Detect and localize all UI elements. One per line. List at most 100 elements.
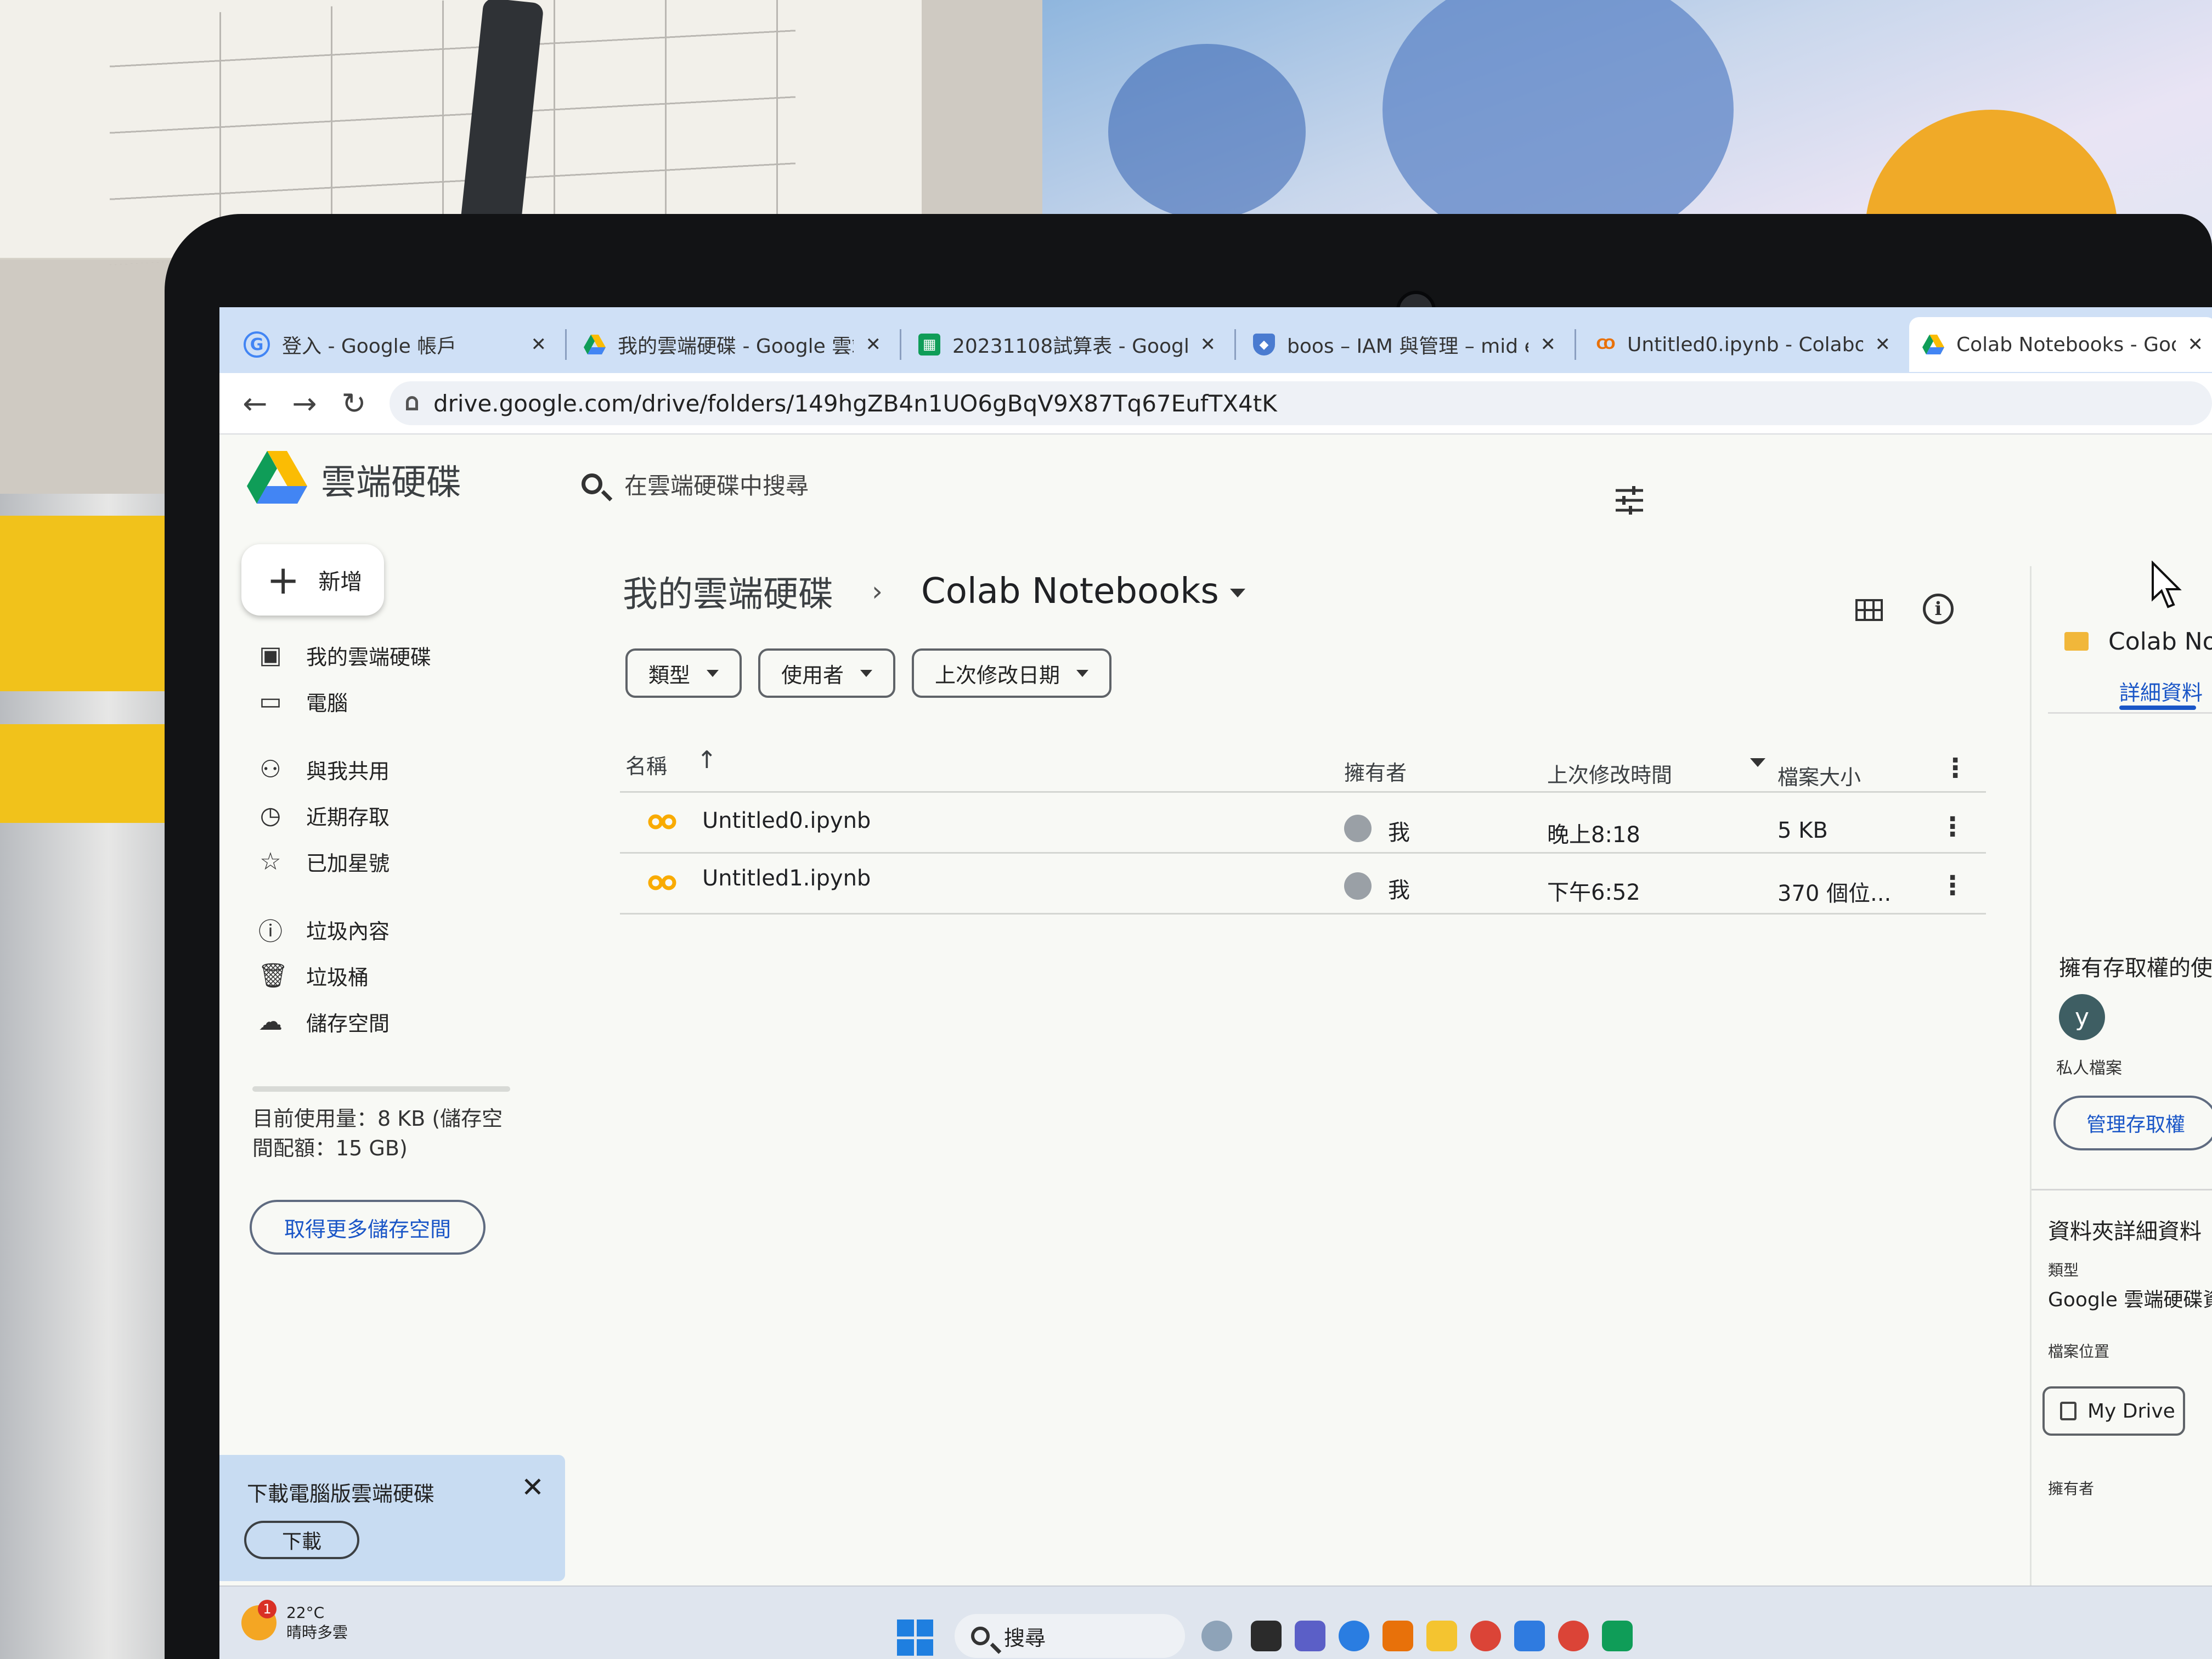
breadcrumb-root[interactable]: 我的雲端硬碟 bbox=[623, 566, 833, 617]
search-options-icon[interactable] bbox=[1613, 484, 1646, 517]
drive-logo-icon[interactable] bbox=[247, 451, 307, 504]
taskbar-app-icon[interactable] bbox=[1602, 1621, 1633, 1651]
taskbar-app-icon[interactable] bbox=[1383, 1621, 1413, 1651]
file-explorer-dark-icon[interactable] bbox=[1251, 1621, 1282, 1651]
taskbar: 1 22°C 晴時多雲 搜尋 bbox=[219, 1585, 2212, 1659]
close-icon[interactable]: ✕ bbox=[1200, 334, 1216, 356]
filter-modified[interactable]: 上次修改日期 bbox=[912, 648, 1112, 698]
sidebar-item-computers[interactable]: ▭ 電腦 bbox=[236, 678, 521, 724]
column-name[interactable]: 名稱 bbox=[625, 749, 667, 780]
folder-icon[interactable] bbox=[1426, 1621, 1457, 1651]
sidebar-item-label: 與我共用 bbox=[306, 759, 390, 783]
filter-type[interactable]: 類型 bbox=[625, 648, 742, 698]
folder-details-title: 資料夾詳細資料 bbox=[2048, 1219, 2202, 1244]
sidebar-item-shared[interactable]: ⚇ 與我共用 bbox=[236, 746, 521, 792]
url-bar[interactable]: drive.google.com/drive/folders/149hgZB4n… bbox=[390, 381, 2212, 425]
caret-down-icon bbox=[707, 669, 719, 677]
more-vert-icon[interactable]: ⋮ bbox=[1939, 870, 1966, 901]
browser-tab[interactable]: CO Untitled0.ipynb - Colabora ✕ bbox=[1580, 317, 1904, 372]
download-button[interactable]: 下載 bbox=[244, 1521, 359, 1559]
chrome-icon[interactable] bbox=[1558, 1621, 1589, 1651]
drive-icon bbox=[1922, 334, 1944, 356]
sheets-icon: ▦ bbox=[918, 334, 940, 356]
table-header: 名稱 ↑ 擁有者 上次修改時間 檔案大小 ⋮ bbox=[620, 731, 1986, 793]
folder-icon bbox=[2064, 632, 2089, 651]
colab-icon: CO bbox=[1596, 336, 1615, 353]
back-arrow-icon[interactable]: ← bbox=[230, 379, 280, 428]
tab-details[interactable]: 詳細資料 bbox=[2119, 676, 2203, 706]
computer-icon: ▭ bbox=[259, 687, 282, 715]
file-name[interactable]: Untitled1.ipynb bbox=[702, 866, 871, 891]
sidebar-item-label: 我的雲端硬碟 bbox=[306, 645, 432, 669]
colab-file-icon bbox=[648, 875, 676, 890]
teams-icon[interactable] bbox=[1295, 1621, 1325, 1651]
folder-blob bbox=[1108, 44, 1306, 219]
close-icon[interactable]: ✕ bbox=[2188, 334, 2204, 356]
access-section-title: 擁有存取權的使用 bbox=[2059, 956, 2212, 981]
column-modified[interactable]: 上次修改時間 bbox=[1547, 758, 1672, 788]
get-more-storage-button[interactable]: 取得更多儲存空間 bbox=[250, 1200, 486, 1255]
tab-separator bbox=[565, 329, 567, 360]
sidebar-item-label: 儲存空間 bbox=[306, 1011, 390, 1036]
browser-tab-active[interactable]: Colab Notebooks - Google ✕ bbox=[1909, 317, 2212, 372]
breadcrumb-current-label: Colab Notebooks bbox=[921, 571, 1219, 612]
sidebar-item-starred[interactable]: ☆ 已加星號 bbox=[236, 838, 521, 884]
search-bar[interactable]: 在雲端硬碟中搜尋 bbox=[582, 456, 1404, 511]
close-icon[interactable]: ✕ bbox=[1541, 334, 1556, 356]
mail-icon[interactable] bbox=[1514, 1621, 1545, 1651]
column-owner: 擁有者 bbox=[1344, 761, 1407, 785]
info-icon[interactable]: i bbox=[1923, 594, 1954, 624]
browser-tab[interactable]: 我的雲端硬碟 - Google 雲端 ✕ bbox=[571, 317, 894, 372]
more-vert-icon[interactable]: ⋮ bbox=[1942, 753, 1968, 783]
sidebar-item-my-drive[interactable]: ▣ 我的雲端硬碟 bbox=[236, 632, 521, 678]
taskbar-search[interactable]: 搜尋 bbox=[955, 1614, 1185, 1658]
chrome-icon[interactable] bbox=[1470, 1621, 1501, 1651]
sidebar-item-spam[interactable]: ⓘ 垃圾內容 bbox=[236, 906, 521, 952]
sidebar-item-trash[interactable]: 🗑 垃圾桶 bbox=[236, 952, 521, 998]
grid-view-icon[interactable] bbox=[1855, 599, 1883, 621]
close-icon[interactable]: ✕ bbox=[1875, 334, 1891, 356]
browser-tab[interactable]: ◆ boos – IAM 與管理 – mid e ✕ bbox=[1240, 317, 1569, 372]
tab-title: Untitled0.ipynb - Colabora bbox=[1627, 333, 1863, 356]
breadcrumb-current[interactable]: Colab Notebooks bbox=[921, 571, 1245, 612]
new-button[interactable]: + 新增 bbox=[241, 544, 384, 616]
more-vert-icon[interactable]: ⋮ bbox=[1939, 811, 1966, 842]
storage-usage-bar bbox=[252, 1086, 510, 1092]
table-row[interactable]: Untitled1.ipynb 我 下午6:52 370 個位... ⋮ bbox=[620, 854, 1986, 915]
windows-start-icon[interactable] bbox=[897, 1620, 933, 1656]
background-object bbox=[0, 494, 181, 1659]
sidebar-item-recent[interactable]: ◷ 近期存取 bbox=[236, 792, 521, 838]
column-size: 檔案大小 bbox=[1778, 765, 1861, 789]
file-name[interactable]: Untitled0.ipynb bbox=[702, 808, 871, 833]
tab-title: Colab Notebooks - Google bbox=[1956, 333, 2176, 356]
sidebar-item-storage[interactable]: ☁ 儲存空間 bbox=[236, 998, 521, 1045]
forward-arrow-icon[interactable]: → bbox=[280, 379, 329, 428]
location-my-drive-button[interactable]: My Drive bbox=[2042, 1386, 2185, 1436]
sidebar-item-label: 電腦 bbox=[306, 691, 348, 715]
file-owner: 我 bbox=[1388, 878, 1410, 903]
search-input[interactable]: 在雲端硬碟中搜尋 bbox=[624, 467, 809, 501]
filter-people[interactable]: 使用者 bbox=[758, 648, 896, 698]
type-label: 類型 bbox=[2048, 1261, 2079, 1279]
edge-icon[interactable] bbox=[1339, 1621, 1369, 1651]
browser-tab[interactable]: ▦ 20231108試算表 - Google ✕ bbox=[905, 317, 1229, 372]
taskbar-app-icon[interactable] bbox=[1201, 1621, 1232, 1651]
filter-chips: 類型 使用者 上次修改日期 bbox=[625, 648, 1112, 698]
weather-widget[interactable]: 1 22°C 晴時多雲 bbox=[241, 1600, 348, 1643]
location-label: 檔案位置 bbox=[2048, 1342, 2110, 1361]
avatar bbox=[1344, 872, 1372, 900]
search-icon bbox=[971, 1627, 990, 1645]
tab-strip: G 登入 - Google 帳戶 ✕ 我的雲端硬碟 - Google 雲端 ✕ … bbox=[219, 307, 2212, 373]
close-icon[interactable]: ✕ bbox=[866, 334, 882, 356]
close-icon[interactable]: ✕ bbox=[521, 1471, 544, 1503]
tab-separator bbox=[1234, 329, 1236, 360]
reload-icon[interactable]: ↻ bbox=[329, 379, 379, 428]
table-row[interactable]: Untitled0.ipynb 我 晚上8:18 5 KB ⋮ bbox=[620, 793, 1986, 854]
address-bar-row: ← → ↻ drive.google.com/drive/folders/149… bbox=[219, 373, 2212, 435]
browser-tab[interactable]: G 登入 - Google 帳戶 ✕ bbox=[230, 317, 560, 372]
manage-access-button[interactable]: 管理存取權 bbox=[2053, 1096, 2212, 1150]
sort-up-arrow-icon[interactable]: ↑ bbox=[697, 746, 717, 774]
search-icon[interactable] bbox=[582, 473, 602, 494]
close-icon[interactable]: ✕ bbox=[531, 334, 547, 356]
filter-label: 類型 bbox=[648, 663, 691, 687]
